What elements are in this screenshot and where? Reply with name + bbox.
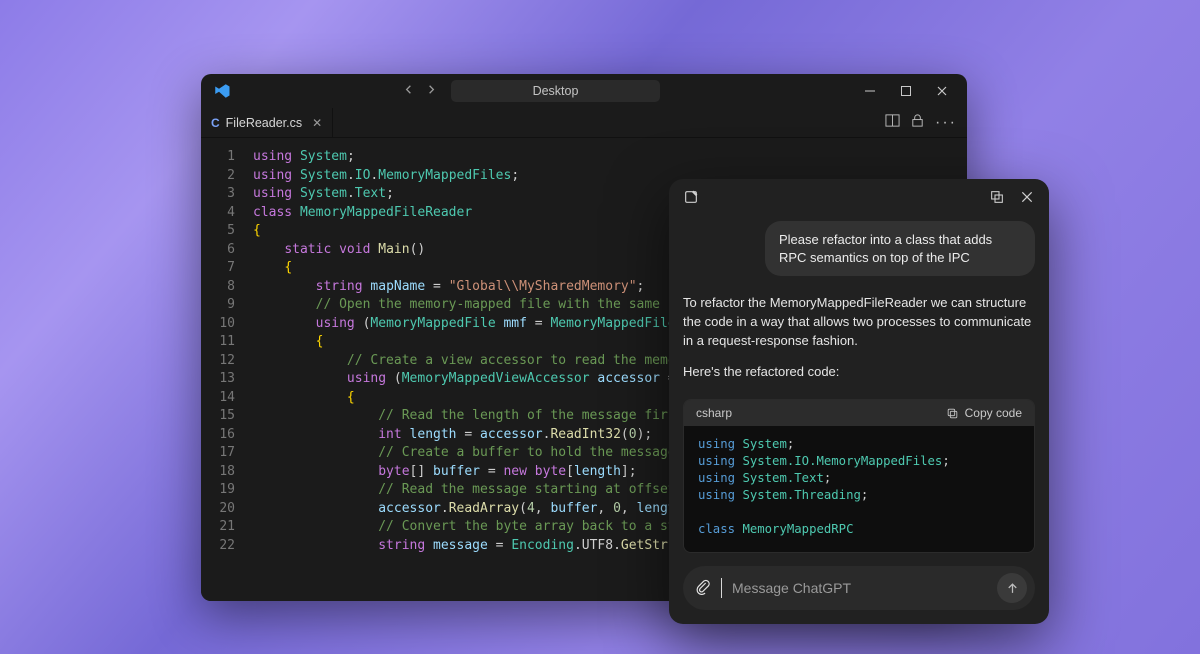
user-message-bubble: Please refactor into a class that adds R… <box>765 221 1035 276</box>
editor-tab-label: FileReader.cs <box>226 116 302 130</box>
chat-header <box>669 179 1049 217</box>
input-caret <box>721 578 722 598</box>
editor-tab-filereader[interactable]: C FileReader.cs ✕ <box>201 108 333 137</box>
chat-input-container <box>683 566 1035 610</box>
split-editor-button[interactable] <box>885 113 900 133</box>
copy-icon <box>946 407 959 420</box>
lock-icon[interactable] <box>910 113 925 133</box>
assistant-message: To refactor the MemoryMappedFileReader w… <box>683 294 1035 393</box>
more-actions-button[interactable]: ··· <box>935 114 957 132</box>
copy-code-button[interactable]: Copy code <box>946 406 1022 420</box>
code-block-body[interactable]: using System; using System.IO.MemoryMapp… <box>684 426 1034 552</box>
window-maximize-button[interactable] <box>889 77 923 105</box>
nav-back-button[interactable] <box>401 82 416 100</box>
nav-forward-button[interactable] <box>424 82 439 100</box>
new-chat-button[interactable] <box>683 189 699 208</box>
titlebar: Desktop <box>201 74 967 108</box>
copy-code-label: Copy code <box>965 406 1022 420</box>
nav-arrows <box>401 82 439 100</box>
vscode-logo-icon <box>213 82 231 100</box>
editor-tabbar: C FileReader.cs ✕ ··· <box>201 108 967 138</box>
window-close-button[interactable] <box>925 77 959 105</box>
chat-close-button[interactable] <box>1019 189 1035 208</box>
assistant-paragraph: To refactor the MemoryMappedFileReader w… <box>683 294 1035 351</box>
tab-close-button[interactable]: ✕ <box>312 116 322 130</box>
send-button[interactable] <box>997 573 1027 603</box>
chat-text-input[interactable] <box>732 580 987 596</box>
code-language-label: csharp <box>696 406 732 420</box>
window-minimize-button[interactable] <box>853 77 887 105</box>
chat-body: Please refactor into a class that adds R… <box>669 217 1049 556</box>
code-block-header: csharp Copy code <box>684 400 1034 426</box>
assistant-code-block: csharp Copy code using System; using Sys… <box>683 399 1035 553</box>
csharp-file-icon: C <box>211 116 220 130</box>
window-controls <box>853 77 959 105</box>
user-message-text: Please refactor into a class that adds R… <box>779 232 992 265</box>
chat-input-area <box>669 556 1049 624</box>
attach-button[interactable] <box>695 579 711 598</box>
chat-window: Please refactor into a class that adds R… <box>669 179 1049 624</box>
expand-button[interactable] <box>989 189 1005 208</box>
command-center[interactable]: Desktop <box>451 80 660 102</box>
line-number-gutter: 12345678910111213141516171819202122 <box>201 148 253 601</box>
assistant-paragraph: Here's the refactored code: <box>683 363 1035 382</box>
